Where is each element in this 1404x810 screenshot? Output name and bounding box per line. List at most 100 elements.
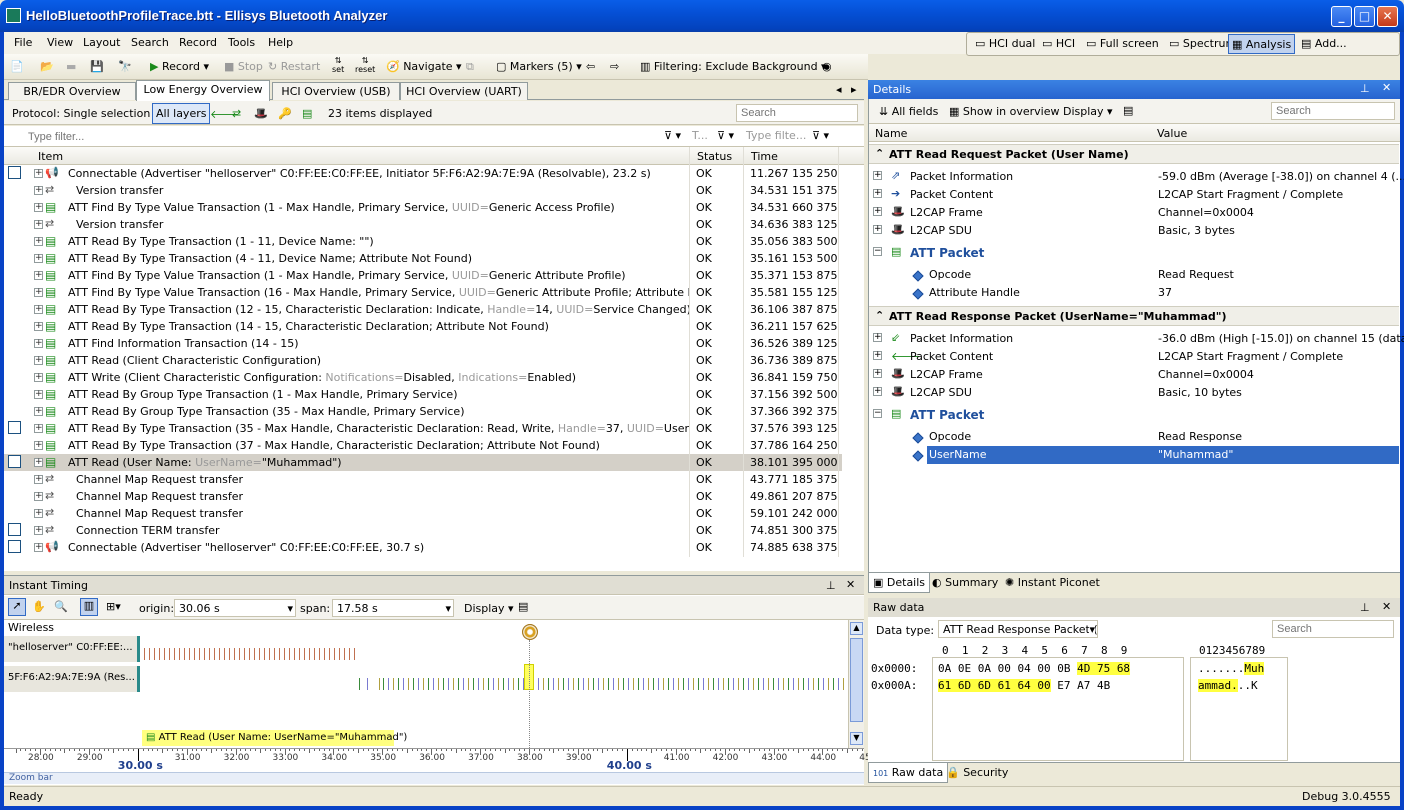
- expand-icon[interactable]: +: [34, 543, 43, 552]
- collapse-icon[interactable]: −: [873, 409, 882, 418]
- att-field-row[interactable]: Opcode Read Request: [869, 266, 1399, 284]
- filtering-button[interactable]: ▥ Filtering: Exclude Background ▾: [640, 60, 827, 73]
- event-label[interactable]: ▤ ATT Read (User Name: UserName="Muhamma…: [142, 730, 407, 746]
- expand-icon[interactable]: +: [34, 509, 43, 518]
- tab-low-energy-overview[interactable]: Low Energy Overview: [136, 80, 270, 101]
- data-type-select[interactable]: ATT Read Response Packet (▾: [938, 620, 1098, 638]
- time-filter-icon[interactable]: ⊽ ▾: [812, 129, 829, 142]
- tab-instant-piconet[interactable]: ✺ Instant Piconet: [1001, 573, 1104, 593]
- navigate-button[interactable]: 🧭 Navigate ▾: [386, 60, 462, 73]
- layout-add[interactable]: ▤ Add...: [1301, 37, 1347, 50]
- layout-full-screen[interactable]: ▭ Full screen: [1086, 37, 1159, 50]
- hex-bytes[interactable]: 0A 0E 0A 00 04 00 0B 4D 75 68: [938, 660, 1131, 677]
- reset-button[interactable]: ⇅ reset: [355, 56, 375, 74]
- span-input[interactable]: 17.58 s ▾: [332, 599, 454, 617]
- expand-icon[interactable]: +: [34, 169, 43, 178]
- record-button[interactable]: ▶ Record ▾: [150, 60, 209, 73]
- raw-search-input[interactable]: [1272, 620, 1394, 638]
- detail-row[interactable]: + ⇗ Packet Information -59.0 dBm (Average […: [869, 168, 1404, 186]
- scroll-down-icon[interactable]: ▼: [850, 732, 863, 745]
- table-row[interactable]: + ▤ ATT Find Information Transaction (14 -…: [4, 335, 842, 352]
- raw-pin-icon[interactable]: ⊥: [1360, 601, 1370, 614]
- next-marker-icon[interactable]: ⇨: [610, 60, 619, 73]
- all-layers-button[interactable]: All layers: [152, 103, 211, 124]
- layout-hci-dual[interactable]: ▭ HCI dual: [975, 37, 1035, 50]
- row-checkbox[interactable]: [8, 455, 21, 468]
- detail-row[interactable]: + 🎩 L2CAP SDU Basic, 3 bytes: [869, 222, 1399, 240]
- table-row[interactable]: + ▤ ATT Read By Type Transaction (37 - Max…: [4, 437, 842, 454]
- table-row[interactable]: + ▤ ATT Find By Type Value Transaction (1 …: [4, 199, 842, 216]
- collapse-icon[interactable]: ⌃: [875, 309, 884, 322]
- overview-search-input[interactable]: [736, 104, 858, 122]
- expand-icon[interactable]: +: [34, 339, 43, 348]
- expand-icon[interactable]: +: [34, 373, 43, 382]
- table-row[interactable]: + ▤ ATT Read By Type Transaction (4 - 11, …: [4, 250, 842, 267]
- time-axis[interactable]: 28.00 29.00 31.00 32.00 33.00 34.00 35.00 36.00…: [4, 748, 871, 772]
- details-search-input[interactable]: [1271, 102, 1395, 120]
- packet-section-header[interactable]: ⌃ ATT Read Response Packet (UserName="Muh…: [869, 306, 1399, 326]
- tab-hci-overview-uart[interactable]: HCI Overview (UART): [400, 82, 528, 100]
- timing-close-icon[interactable]: ✕: [846, 578, 855, 591]
- save-icon[interactable]: ▬: [66, 60, 76, 73]
- column-status[interactable]: Status: [697, 150, 732, 163]
- cursor-marker-icon[interactable]: [522, 624, 538, 640]
- expand-icon[interactable]: +: [34, 407, 43, 416]
- expand-icon[interactable]: +: [873, 333, 882, 342]
- expand-icon[interactable]: +: [34, 305, 43, 314]
- tab-hci-overview-usb[interactable]: HCI Overview (USB): [272, 82, 400, 100]
- column-time[interactable]: Time: [751, 150, 778, 163]
- minimize-button[interactable]: _: [1331, 6, 1352, 27]
- restart-button[interactable]: ↻ Restart: [268, 60, 320, 73]
- layout-tool-icon[interactable]: ▥: [80, 598, 98, 616]
- export-icon[interactable]: ▤: [302, 107, 312, 120]
- tab-raw-data[interactable]: 101 Raw data: [868, 763, 949, 783]
- layout-analysis[interactable]: ▦ Analysis: [1228, 34, 1296, 54]
- maximize-button[interactable]: □: [1354, 6, 1375, 27]
- pin-icon[interactable]: ⊥: [826, 579, 836, 592]
- expand-icon[interactable]: +: [34, 458, 43, 467]
- packet-section-header[interactable]: ⌃ ATT Read Request Packet (User Name): [869, 144, 1399, 164]
- expand-icon[interactable]: +: [34, 475, 43, 484]
- expand-icon[interactable]: +: [873, 369, 882, 378]
- table-row[interactable]: + ⇄ Version transfer OK 34.531 151 375: [4, 182, 842, 199]
- expand-icon[interactable]: +: [34, 288, 43, 297]
- menu-tools[interactable]: Tools: [228, 36, 255, 49]
- zoom-tool-icon[interactable]: 🔍: [54, 600, 68, 613]
- time-filter[interactable]: Type filte...: [746, 129, 806, 142]
- expand-icon[interactable]: +: [34, 271, 43, 280]
- row-checkbox[interactable]: [8, 421, 21, 434]
- details-export-icon[interactable]: ▤: [1123, 104, 1133, 117]
- expand-icon[interactable]: +: [34, 254, 43, 263]
- expand-icon[interactable]: +: [873, 207, 882, 216]
- scroll-up-icon[interactable]: ▲: [850, 622, 863, 635]
- table-row[interactable]: + ▤ ATT Write (Client Characteristic Confi…: [4, 369, 842, 386]
- table-row[interactable]: + ⇄ Channel Map Request transfer OK 43.771 1…: [4, 471, 842, 488]
- table-row[interactable]: + ▤ ATT Read By Type Transaction (12 - 15,…: [4, 301, 842, 318]
- tab-details[interactable]: ▣ Details: [868, 573, 931, 593]
- filter-icon[interactable]: ⊽ ▾: [664, 129, 681, 142]
- marker-tool-icon[interactable]: ⊞▾: [106, 600, 121, 613]
- zoom-bar[interactable]: Zoom bar: [4, 772, 864, 784]
- detail-row[interactable]: + ⇙ Packet Information -36.0 dBm (High [-15…: [869, 330, 1404, 348]
- origin-input[interactable]: 30.06 s ▾: [174, 599, 296, 617]
- key-icon[interactable]: 🔑: [278, 107, 292, 120]
- expand-icon[interactable]: +: [34, 526, 43, 535]
- table-row[interactable]: + ▤ ATT Read By Group Type Transaction (1 …: [4, 386, 842, 403]
- tab-scroll-left-icon[interactable]: ◂: [836, 83, 842, 96]
- expand-icon[interactable]: +: [873, 171, 882, 180]
- expand-icon[interactable]: +: [34, 220, 43, 229]
- column-value[interactable]: Value: [1157, 127, 1187, 140]
- menu-view[interactable]: View: [47, 36, 73, 49]
- timing-display-button[interactable]: Display ▾: [464, 602, 514, 615]
- table-row[interactable]: + ⇄ Channel Map Request transfer OK 49.861 2…: [4, 488, 842, 505]
- prev-marker-icon[interactable]: ⇦: [586, 60, 595, 73]
- table-row[interactable]: + 📢 Connectable (Advertiser "helloserver" …: [4, 165, 842, 182]
- timing-export-icon[interactable]: ▤: [518, 600, 528, 613]
- close-button[interactable]: ✕: [1377, 6, 1398, 27]
- menu-layout[interactable]: Layout: [83, 36, 120, 49]
- hand-tool-icon[interactable]: ✋: [32, 600, 46, 613]
- expand-icon[interactable]: +: [873, 189, 882, 198]
- pointer-tool-icon[interactable]: ➚: [8, 598, 26, 616]
- timing-scrollbar[interactable]: ▲ ▼: [848, 620, 864, 748]
- hat-icon[interactable]: 🎩: [254, 107, 268, 120]
